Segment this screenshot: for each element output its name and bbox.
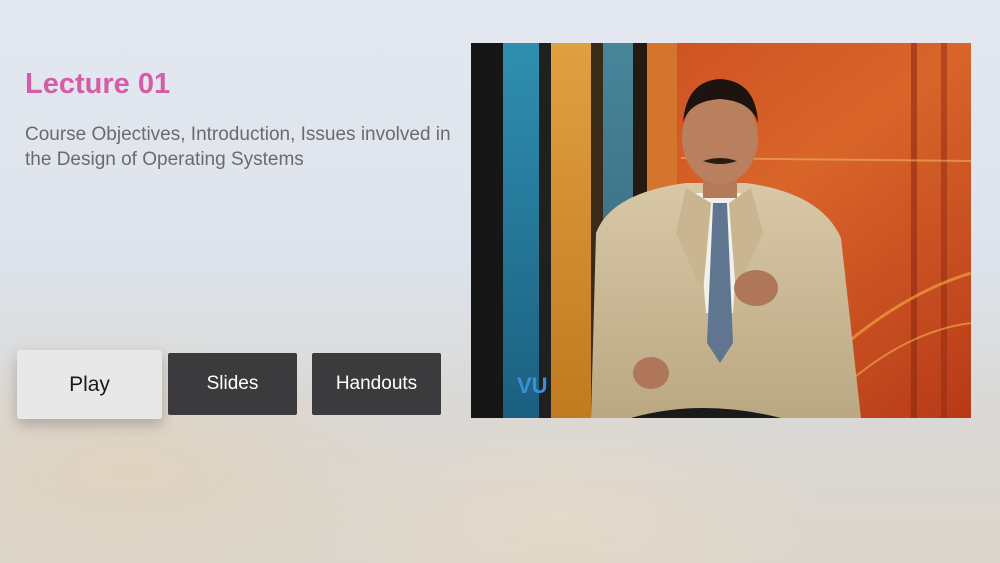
video-thumbnail[interactable]: VU [471,43,971,418]
play-button[interactable]: Play [17,350,162,419]
lecture-description: Course Objectives, Introduction, Issues … [25,124,451,170]
handouts-button[interactable]: Handouts [312,353,441,415]
lecturer-video-frame: VU [471,43,971,418]
slides-button[interactable]: Slides [168,353,297,415]
vu-watermark: VU [517,373,548,398]
lecture-title: Lecture 01 [25,68,171,100]
